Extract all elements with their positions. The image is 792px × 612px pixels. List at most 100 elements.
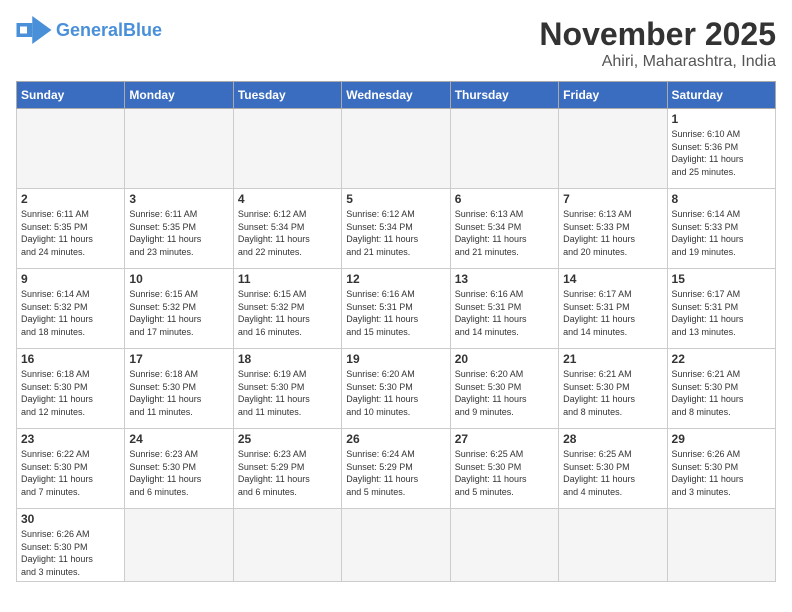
calendar-cell: 16 Sunrise: 6:18 AM Sunset: 5:30 PM Dayli… xyxy=(17,349,125,429)
day-info: Sunrise: 6:26 AM Sunset: 5:30 PM Dayligh… xyxy=(672,448,771,498)
day-info: Sunrise: 6:19 AM Sunset: 5:30 PM Dayligh… xyxy=(238,368,337,418)
calendar-cell: 26 Sunrise: 6:24 AM Sunset: 5:29 PM Dayli… xyxy=(342,429,450,509)
day-number: 3 xyxy=(129,192,228,206)
day-info: Sunrise: 6:21 AM Sunset: 5:30 PM Dayligh… xyxy=(672,368,771,418)
day-number: 18 xyxy=(238,352,337,366)
calendar-cell: 1Sunrise: 6:10 AM Sunset: 5:36 PM Daylig… xyxy=(667,109,775,189)
day-number: 24 xyxy=(129,432,228,446)
weekday-header-tuesday: Tuesday xyxy=(233,82,341,109)
day-info: Sunrise: 6:15 AM Sunset: 5:32 PM Dayligh… xyxy=(129,288,228,338)
calendar-cell: 13Sunrise: 6:16 AM Sunset: 5:31 PM Dayli… xyxy=(450,269,558,349)
calendar-table: SundayMondayTuesdayWednesdayThursdayFrid… xyxy=(16,81,776,582)
day-number: 12 xyxy=(346,272,445,286)
logo-icon xyxy=(16,16,52,44)
weekday-header-sunday: Sunday xyxy=(17,82,125,109)
day-number: 7 xyxy=(563,192,662,206)
day-info: Sunrise: 6:23 AM Sunset: 5:30 PM Dayligh… xyxy=(129,448,228,498)
day-number: 6 xyxy=(455,192,554,206)
calendar-cell: 28 Sunrise: 6:25 AM Sunset: 5:30 PM Dayli… xyxy=(559,429,667,509)
calendar-cell: 6 Sunrise: 6:13 AM Sunset: 5:34 PM Daylig… xyxy=(450,189,558,269)
calendar-cell: 9 Sunrise: 6:14 AM Sunset: 5:32 PM Daylig… xyxy=(17,269,125,349)
calendar-cell: 5 Sunrise: 6:12 AM Sunset: 5:34 PM Daylig… xyxy=(342,189,450,269)
day-number: 11 xyxy=(238,272,337,286)
calendar-cell: 23Sunrise: 6:22 AM Sunset: 5:30 PM Dayli… xyxy=(17,429,125,509)
day-info: Sunrise: 6:14 AM Sunset: 5:32 PM Dayligh… xyxy=(21,288,120,338)
logo-text: GeneralBlue xyxy=(56,20,162,41)
weekday-header-wednesday: Wednesday xyxy=(342,82,450,109)
calendar-cell: 14Sunrise: 6:17 AM Sunset: 5:31 PM Dayli… xyxy=(559,269,667,349)
calendar-cell: 12 Sunrise: 6:16 AM Sunset: 5:31 PM Dayli… xyxy=(342,269,450,349)
day-info: Sunrise: 6:14 AM Sunset: 5:33 PM Dayligh… xyxy=(672,208,771,258)
calendar-cell: 3 Sunrise: 6:11 AM Sunset: 5:35 PM Daylig… xyxy=(125,189,233,269)
calendar-cell: 4 Sunrise: 6:12 AM Sunset: 5:34 PM Daylig… xyxy=(233,189,341,269)
calendar-cell xyxy=(667,509,775,582)
day-number: 8 xyxy=(672,192,771,206)
calendar-cell: 30Sunrise: 6:26 AM Sunset: 5:30 PM Dayli… xyxy=(17,509,125,582)
calendar-week-row: 2 Sunrise: 6:11 AM Sunset: 5:35 PM Daylig… xyxy=(17,189,776,269)
logo: GeneralBlue xyxy=(16,16,162,44)
calendar-cell: 2 Sunrise: 6:11 AM Sunset: 5:35 PM Daylig… xyxy=(17,189,125,269)
title-block: November 2025 Ahiri, Maharashtra, India xyxy=(539,16,776,71)
day-info: Sunrise: 6:24 AM Sunset: 5:29 PM Dayligh… xyxy=(346,448,445,498)
day-info: Sunrise: 6:16 AM Sunset: 5:31 PM Dayligh… xyxy=(455,288,554,338)
weekday-header-monday: Monday xyxy=(125,82,233,109)
day-info: Sunrise: 6:17 AM Sunset: 5:31 PM Dayligh… xyxy=(672,288,771,338)
calendar-cell: 22 Sunrise: 6:21 AM Sunset: 5:30 PM Dayli… xyxy=(667,349,775,429)
day-number: 2 xyxy=(21,192,120,206)
day-info: Sunrise: 6:13 AM Sunset: 5:34 PM Dayligh… xyxy=(455,208,554,258)
day-info: Sunrise: 6:18 AM Sunset: 5:30 PM Dayligh… xyxy=(21,368,120,418)
day-info: Sunrise: 6:17 AM Sunset: 5:31 PM Dayligh… xyxy=(563,288,662,338)
calendar-cell: 17 Sunrise: 6:18 AM Sunset: 5:30 PM Dayli… xyxy=(125,349,233,429)
day-info: Sunrise: 6:13 AM Sunset: 5:33 PM Dayligh… xyxy=(563,208,662,258)
day-info: Sunrise: 6:11 AM Sunset: 5:35 PM Dayligh… xyxy=(129,208,228,258)
day-number: 9 xyxy=(21,272,120,286)
calendar-cell: 25Sunrise: 6:23 AM Sunset: 5:29 PM Dayli… xyxy=(233,429,341,509)
day-info: Sunrise: 6:16 AM Sunset: 5:31 PM Dayligh… xyxy=(346,288,445,338)
day-number: 20 xyxy=(455,352,554,366)
day-info: Sunrise: 6:10 AM Sunset: 5:36 PM Dayligh… xyxy=(672,128,771,178)
day-number: 26 xyxy=(346,432,445,446)
day-number: 21 xyxy=(563,352,662,366)
day-info: Sunrise: 6:23 AM Sunset: 5:29 PM Dayligh… xyxy=(238,448,337,498)
calendar-cell xyxy=(559,109,667,189)
day-number: 16 xyxy=(21,352,120,366)
calendar-week-row: 1Sunrise: 6:10 AM Sunset: 5:36 PM Daylig… xyxy=(17,109,776,189)
day-info: Sunrise: 6:20 AM Sunset: 5:30 PM Dayligh… xyxy=(346,368,445,418)
day-number: 28 xyxy=(563,432,662,446)
day-info: Sunrise: 6:25 AM Sunset: 5:30 PM Dayligh… xyxy=(563,448,662,498)
calendar-cell: 10Sunrise: 6:15 AM Sunset: 5:32 PM Dayli… xyxy=(125,269,233,349)
calendar-cell xyxy=(233,509,341,582)
calendar-cell: 29Sunrise: 6:26 AM Sunset: 5:30 PM Dayli… xyxy=(667,429,775,509)
day-info: Sunrise: 6:25 AM Sunset: 5:30 PM Dayligh… xyxy=(455,448,554,498)
day-number: 19 xyxy=(346,352,445,366)
day-number: 27 xyxy=(455,432,554,446)
calendar-week-row: 9 Sunrise: 6:14 AM Sunset: 5:32 PM Daylig… xyxy=(17,269,776,349)
calendar-cell: 7 Sunrise: 6:13 AM Sunset: 5:33 PM Daylig… xyxy=(559,189,667,269)
day-number: 4 xyxy=(238,192,337,206)
day-number: 15 xyxy=(672,272,771,286)
day-info: Sunrise: 6:11 AM Sunset: 5:35 PM Dayligh… xyxy=(21,208,120,258)
day-number: 5 xyxy=(346,192,445,206)
day-number: 22 xyxy=(672,352,771,366)
calendar-cell: 18 Sunrise: 6:19 AM Sunset: 5:30 PM Dayli… xyxy=(233,349,341,429)
day-info: Sunrise: 6:20 AM Sunset: 5:30 PM Dayligh… xyxy=(455,368,554,418)
calendar-cell xyxy=(342,109,450,189)
calendar-cell xyxy=(450,109,558,189)
day-info: Sunrise: 6:12 AM Sunset: 5:34 PM Dayligh… xyxy=(238,208,337,258)
day-info: Sunrise: 6:12 AM Sunset: 5:34 PM Dayligh… xyxy=(346,208,445,258)
day-number: 17 xyxy=(129,352,228,366)
day-info: Sunrise: 6:18 AM Sunset: 5:30 PM Dayligh… xyxy=(129,368,228,418)
calendar-cell xyxy=(233,109,341,189)
calendar-cell xyxy=(559,509,667,582)
calendar-cell: 15 Sunrise: 6:17 AM Sunset: 5:31 PM Dayli… xyxy=(667,269,775,349)
day-info: Sunrise: 6:21 AM Sunset: 5:30 PM Dayligh… xyxy=(563,368,662,418)
weekday-header-thursday: Thursday xyxy=(450,82,558,109)
calendar-cell xyxy=(17,109,125,189)
day-info: Sunrise: 6:15 AM Sunset: 5:32 PM Dayligh… xyxy=(238,288,337,338)
day-info: Sunrise: 6:22 AM Sunset: 5:30 PM Dayligh… xyxy=(21,448,120,498)
calendar-cell: 27 Sunrise: 6:25 AM Sunset: 5:30 PM Dayli… xyxy=(450,429,558,509)
weekday-header-friday: Friday xyxy=(559,82,667,109)
calendar-cell: 19 Sunrise: 6:20 AM Sunset: 5:30 PM Dayli… xyxy=(342,349,450,429)
weekday-header-row: SundayMondayTuesdayWednesdayThursdayFrid… xyxy=(17,82,776,109)
calendar-cell xyxy=(450,509,558,582)
